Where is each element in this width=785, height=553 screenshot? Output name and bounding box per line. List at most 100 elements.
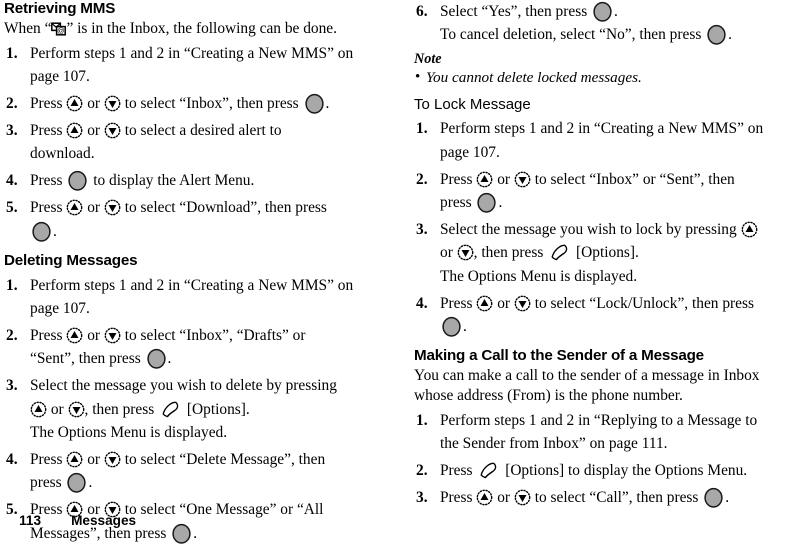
step-item: 3. Press or to select a desired alert to … xyxy=(4,119,388,166)
step-text: . xyxy=(728,26,733,44)
step-text: Select “Yes”, then press xyxy=(440,3,592,20)
step-number: 4. xyxy=(416,294,428,312)
center-select-key-icon xyxy=(442,316,461,337)
step-text: or xyxy=(493,488,514,506)
step-text: . xyxy=(614,3,618,20)
left-softkey-icon xyxy=(551,245,568,261)
center-select-key-icon xyxy=(68,171,87,192)
step-item: 3. Select the message you wish to delete… xyxy=(4,374,388,444)
step-text: or xyxy=(440,244,457,262)
step-result-text: The Options Menu is displayed. xyxy=(440,267,638,285)
center-select-key-icon xyxy=(707,25,726,46)
note-item: • You cannot delete locked messages. xyxy=(414,68,777,88)
step-text: , then press xyxy=(473,244,548,262)
nav-key-up-icon xyxy=(66,199,83,216)
center-select-key-icon xyxy=(477,192,497,213)
step-number: 1. xyxy=(6,276,18,294)
page-footer: 113 Messages xyxy=(4,497,136,545)
nav-key-up-icon xyxy=(30,401,47,417)
step-text: [Options]. xyxy=(183,400,250,418)
nav-key-down-icon xyxy=(68,401,84,417)
nav-key-down-icon xyxy=(104,327,121,344)
step-text-cont: page 107. xyxy=(440,143,500,161)
step-text: to display the Alert Menu. xyxy=(89,172,255,190)
heading-deleting-messages: Deleting Messages xyxy=(4,252,138,270)
note-heading: Note xyxy=(414,50,442,67)
step-item: 4. Press or to select “Lock/Unlock”, then… xyxy=(414,292,777,339)
step-text: Press xyxy=(30,122,67,140)
manual-page: Retrieving MMS When “ ” is in the Inbox, … xyxy=(0,0,785,553)
left-column: Retrieving MMS When “ ” is in the Inbox, … xyxy=(4,0,396,545)
nav-key-down-icon xyxy=(514,489,531,506)
step-item: 1. Perform steps 1 and 2 in “Creating a … xyxy=(4,274,388,321)
step-text: Press xyxy=(440,488,477,506)
step-number: 3. xyxy=(416,488,428,506)
step-number: 2. xyxy=(416,461,428,479)
step-text: to select “Lock/Unlock”, then press xyxy=(530,294,754,312)
steps-deleting-messages-continued: 6. Select “Yes”, then press . To cancel d… xyxy=(414,0,777,47)
steps-lock-message: 1. Perform steps 1 and 2 in “Creating a … xyxy=(414,117,777,338)
center-select-key-icon xyxy=(593,1,612,22)
steps-making-a-call: 1. Perform steps 1 and 2 in “Replying to… xyxy=(414,409,777,510)
step-number: 4. xyxy=(6,450,18,468)
step-text: or xyxy=(47,400,68,418)
right-column: 6. Select “Yes”, then press . To cancel d… xyxy=(414,0,785,509)
nav-key-down-icon xyxy=(104,451,121,468)
step-text: Perform steps 1 and 2 in “Creating a New… xyxy=(30,44,354,62)
step-text: “Sent”, then press xyxy=(30,350,145,368)
step-text: to select “Call”, then press xyxy=(530,488,703,506)
bullet-icon: • xyxy=(415,67,421,85)
step-number: 1. xyxy=(416,411,428,429)
step-text: press xyxy=(30,474,66,492)
step-item: 4. Press to display the Alert Menu. xyxy=(4,169,388,192)
step-text: . xyxy=(88,474,93,492)
left-softkey-icon xyxy=(162,401,179,417)
center-select-key-icon xyxy=(67,473,87,494)
step-item: 1. Perform steps 1 and 2 in “Creating a … xyxy=(414,117,777,164)
nav-key-up-icon xyxy=(476,489,493,506)
step-text: . xyxy=(463,318,467,336)
step-text-cont: . xyxy=(440,315,777,338)
nav-key-down-icon xyxy=(514,295,531,312)
step-text: To cancel deletion, select “No”, then pr… xyxy=(440,26,706,44)
step-text: [Options] to display the Options Menu. xyxy=(501,461,748,479)
step-text: Press xyxy=(30,172,67,190)
step-text-cont: To cancel deletion, select “No”, then pr… xyxy=(440,23,777,46)
step-text: Press xyxy=(30,450,67,468)
step-text: to select “One Message” or “All xyxy=(120,501,324,519)
step-text: Perform steps 1 and 2 in “Creating a New… xyxy=(440,120,764,138)
nav-key-down-icon xyxy=(457,244,474,261)
step-number: 3. xyxy=(6,377,18,395)
step-text-cont: download. xyxy=(30,145,95,163)
step-number: 2. xyxy=(6,95,18,113)
heading-retrieving-mms: Retrieving MMS xyxy=(4,0,116,17)
intro-line-1: You can make a call to the sender of a m… xyxy=(414,367,760,385)
step-number: 3. xyxy=(416,220,428,238)
step-text: to select “Delete Message”, then xyxy=(120,450,326,468)
step-text: to select “Inbox”, then press xyxy=(120,95,303,113)
intro-text-before: When “ xyxy=(4,20,52,37)
page-number: 113 xyxy=(19,513,42,528)
step-text-cont: page 107. xyxy=(30,299,90,317)
step-number: 4. xyxy=(6,172,18,190)
step-text-cont: or , then press [Options]. xyxy=(440,241,777,264)
step-text: to select “Download”, then press xyxy=(120,199,327,217)
mms-message-indicator-icon xyxy=(51,22,67,36)
step-text-cont: press . xyxy=(30,471,388,494)
step-text: or xyxy=(493,170,514,188)
intro-line-2: whose address (From) is the phone number… xyxy=(414,386,683,404)
step-item: 5. Press or to select “Download”, then pr… xyxy=(4,196,388,243)
step-text-cont: press . xyxy=(440,191,777,214)
step-number: 1. xyxy=(416,120,428,138)
note-text: You cannot delete locked messages. xyxy=(426,68,642,86)
step-item: 1. Perform steps 1 and 2 in “Replying to… xyxy=(414,409,777,456)
step-number: 3. xyxy=(6,122,18,140)
step-text: Press xyxy=(440,170,477,188)
step-text: . xyxy=(167,350,172,368)
center-select-key-icon xyxy=(304,93,324,114)
step-text: press xyxy=(440,194,476,212)
step-text: to select “Inbox”, “Drafts” or xyxy=(120,326,306,344)
step-text: Press xyxy=(30,199,67,217)
step-text: . xyxy=(53,222,57,240)
nav-key-up-icon xyxy=(66,327,83,344)
